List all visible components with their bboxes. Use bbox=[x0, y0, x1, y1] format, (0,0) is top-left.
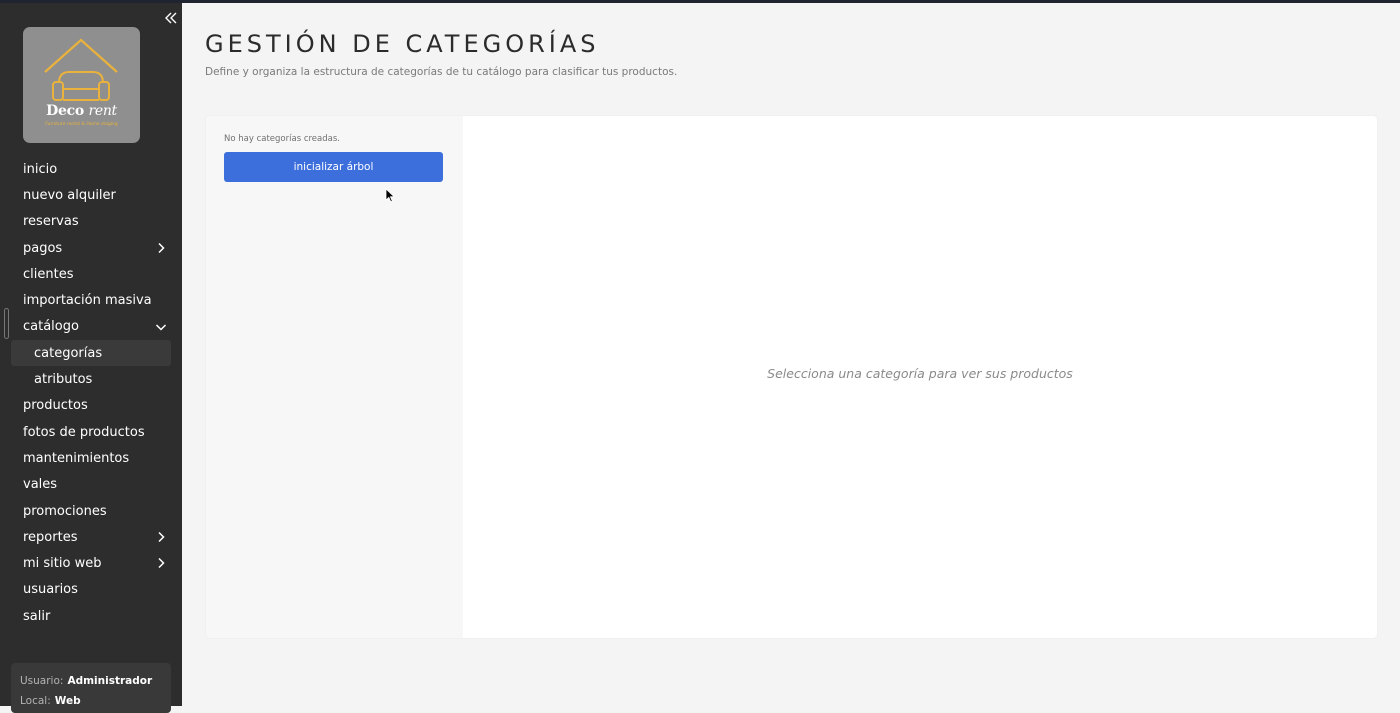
sidebar: Deco rent Furniture rental & Home stagin… bbox=[0, 0, 182, 713]
user-name: Administrador bbox=[67, 675, 153, 687]
logo: Deco rent Furniture rental & Home stagin… bbox=[23, 27, 140, 143]
empty-tree-message: No hay categorías creadas. bbox=[224, 134, 340, 144]
category-tree-panel: No hay categorías creadas. inicializar á… bbox=[206, 116, 463, 638]
collapse-sidebar-icon[interactable] bbox=[163, 9, 179, 27]
sidebar-item-mi-sitio-web[interactable]: mi sitio web bbox=[0, 550, 182, 576]
sidebar-item-fotos-de-productos[interactable]: fotos de productos bbox=[0, 419, 182, 445]
mouse-cursor-icon bbox=[385, 188, 395, 203]
page-title: GESTIÓN DE CATEGORÍAS bbox=[205, 30, 600, 58]
sidebar-item-usuarios[interactable]: usuarios bbox=[0, 577, 182, 603]
logo-wordmark: Deco rent bbox=[46, 103, 117, 119]
sidebar-item-pagos[interactable]: pagos bbox=[0, 235, 182, 261]
sofa-house-icon bbox=[44, 38, 118, 101]
sidebar-item-catalogo[interactable]: catálogo bbox=[0, 314, 182, 340]
products-placeholder: Selecciona una categoría para ver sus pr… bbox=[767, 366, 1073, 381]
page-subtitle: Define y organiza la estructura de categ… bbox=[205, 66, 678, 78]
categories-card: No hay categorías creadas. inicializar á… bbox=[206, 116, 1377, 638]
sidebar-item-inicio[interactable]: inicio bbox=[0, 156, 182, 182]
sidebar-item-productos[interactable]: productos bbox=[0, 393, 182, 419]
sidebar-item-clientes[interactable]: clientes bbox=[0, 261, 182, 287]
sidebar-item-mantenimientos[interactable]: mantenimientos bbox=[0, 445, 182, 471]
chevron-right-icon bbox=[158, 532, 165, 543]
sidebar-item-nuevo-alquiler[interactable]: nuevo alquiler bbox=[0, 182, 182, 208]
sidebar-item-categorias[interactable]: categorías bbox=[11, 340, 171, 367]
chevron-down-icon bbox=[155, 324, 167, 331]
sidebar-item-importacion-masiva[interactable]: importación masiva bbox=[0, 287, 182, 313]
sidebar-item-promociones[interactable]: promociones bbox=[0, 498, 182, 524]
initialize-tree-button[interactable]: inicializar árbol bbox=[224, 152, 443, 182]
logo-tagline: Furniture rental & Home staging bbox=[45, 122, 118, 127]
sidebar-item-vales[interactable]: vales bbox=[0, 472, 182, 498]
window-top-border bbox=[0, 0, 1400, 3]
sidebar-item-reservas[interactable]: reservas bbox=[0, 209, 182, 235]
chevron-right-icon bbox=[158, 558, 165, 569]
sidebar-item-atributos[interactable]: atributos bbox=[0, 366, 182, 392]
local-name: Web bbox=[54, 695, 81, 707]
user-row: Usuario: Administrador bbox=[20, 675, 153, 687]
main-content: GESTIÓN DE CATEGORÍAS Define y organiza … bbox=[182, 3, 1400, 706]
sidebar-nav: inicio nuevo alquiler reservas pagos cli… bbox=[0, 156, 182, 629]
local-row: Local: Web bbox=[20, 695, 81, 707]
chevron-right-icon bbox=[158, 242, 165, 253]
sidebar-item-reportes[interactable]: reportes bbox=[0, 524, 182, 550]
sidebar-item-salir[interactable]: salir bbox=[0, 603, 182, 629]
